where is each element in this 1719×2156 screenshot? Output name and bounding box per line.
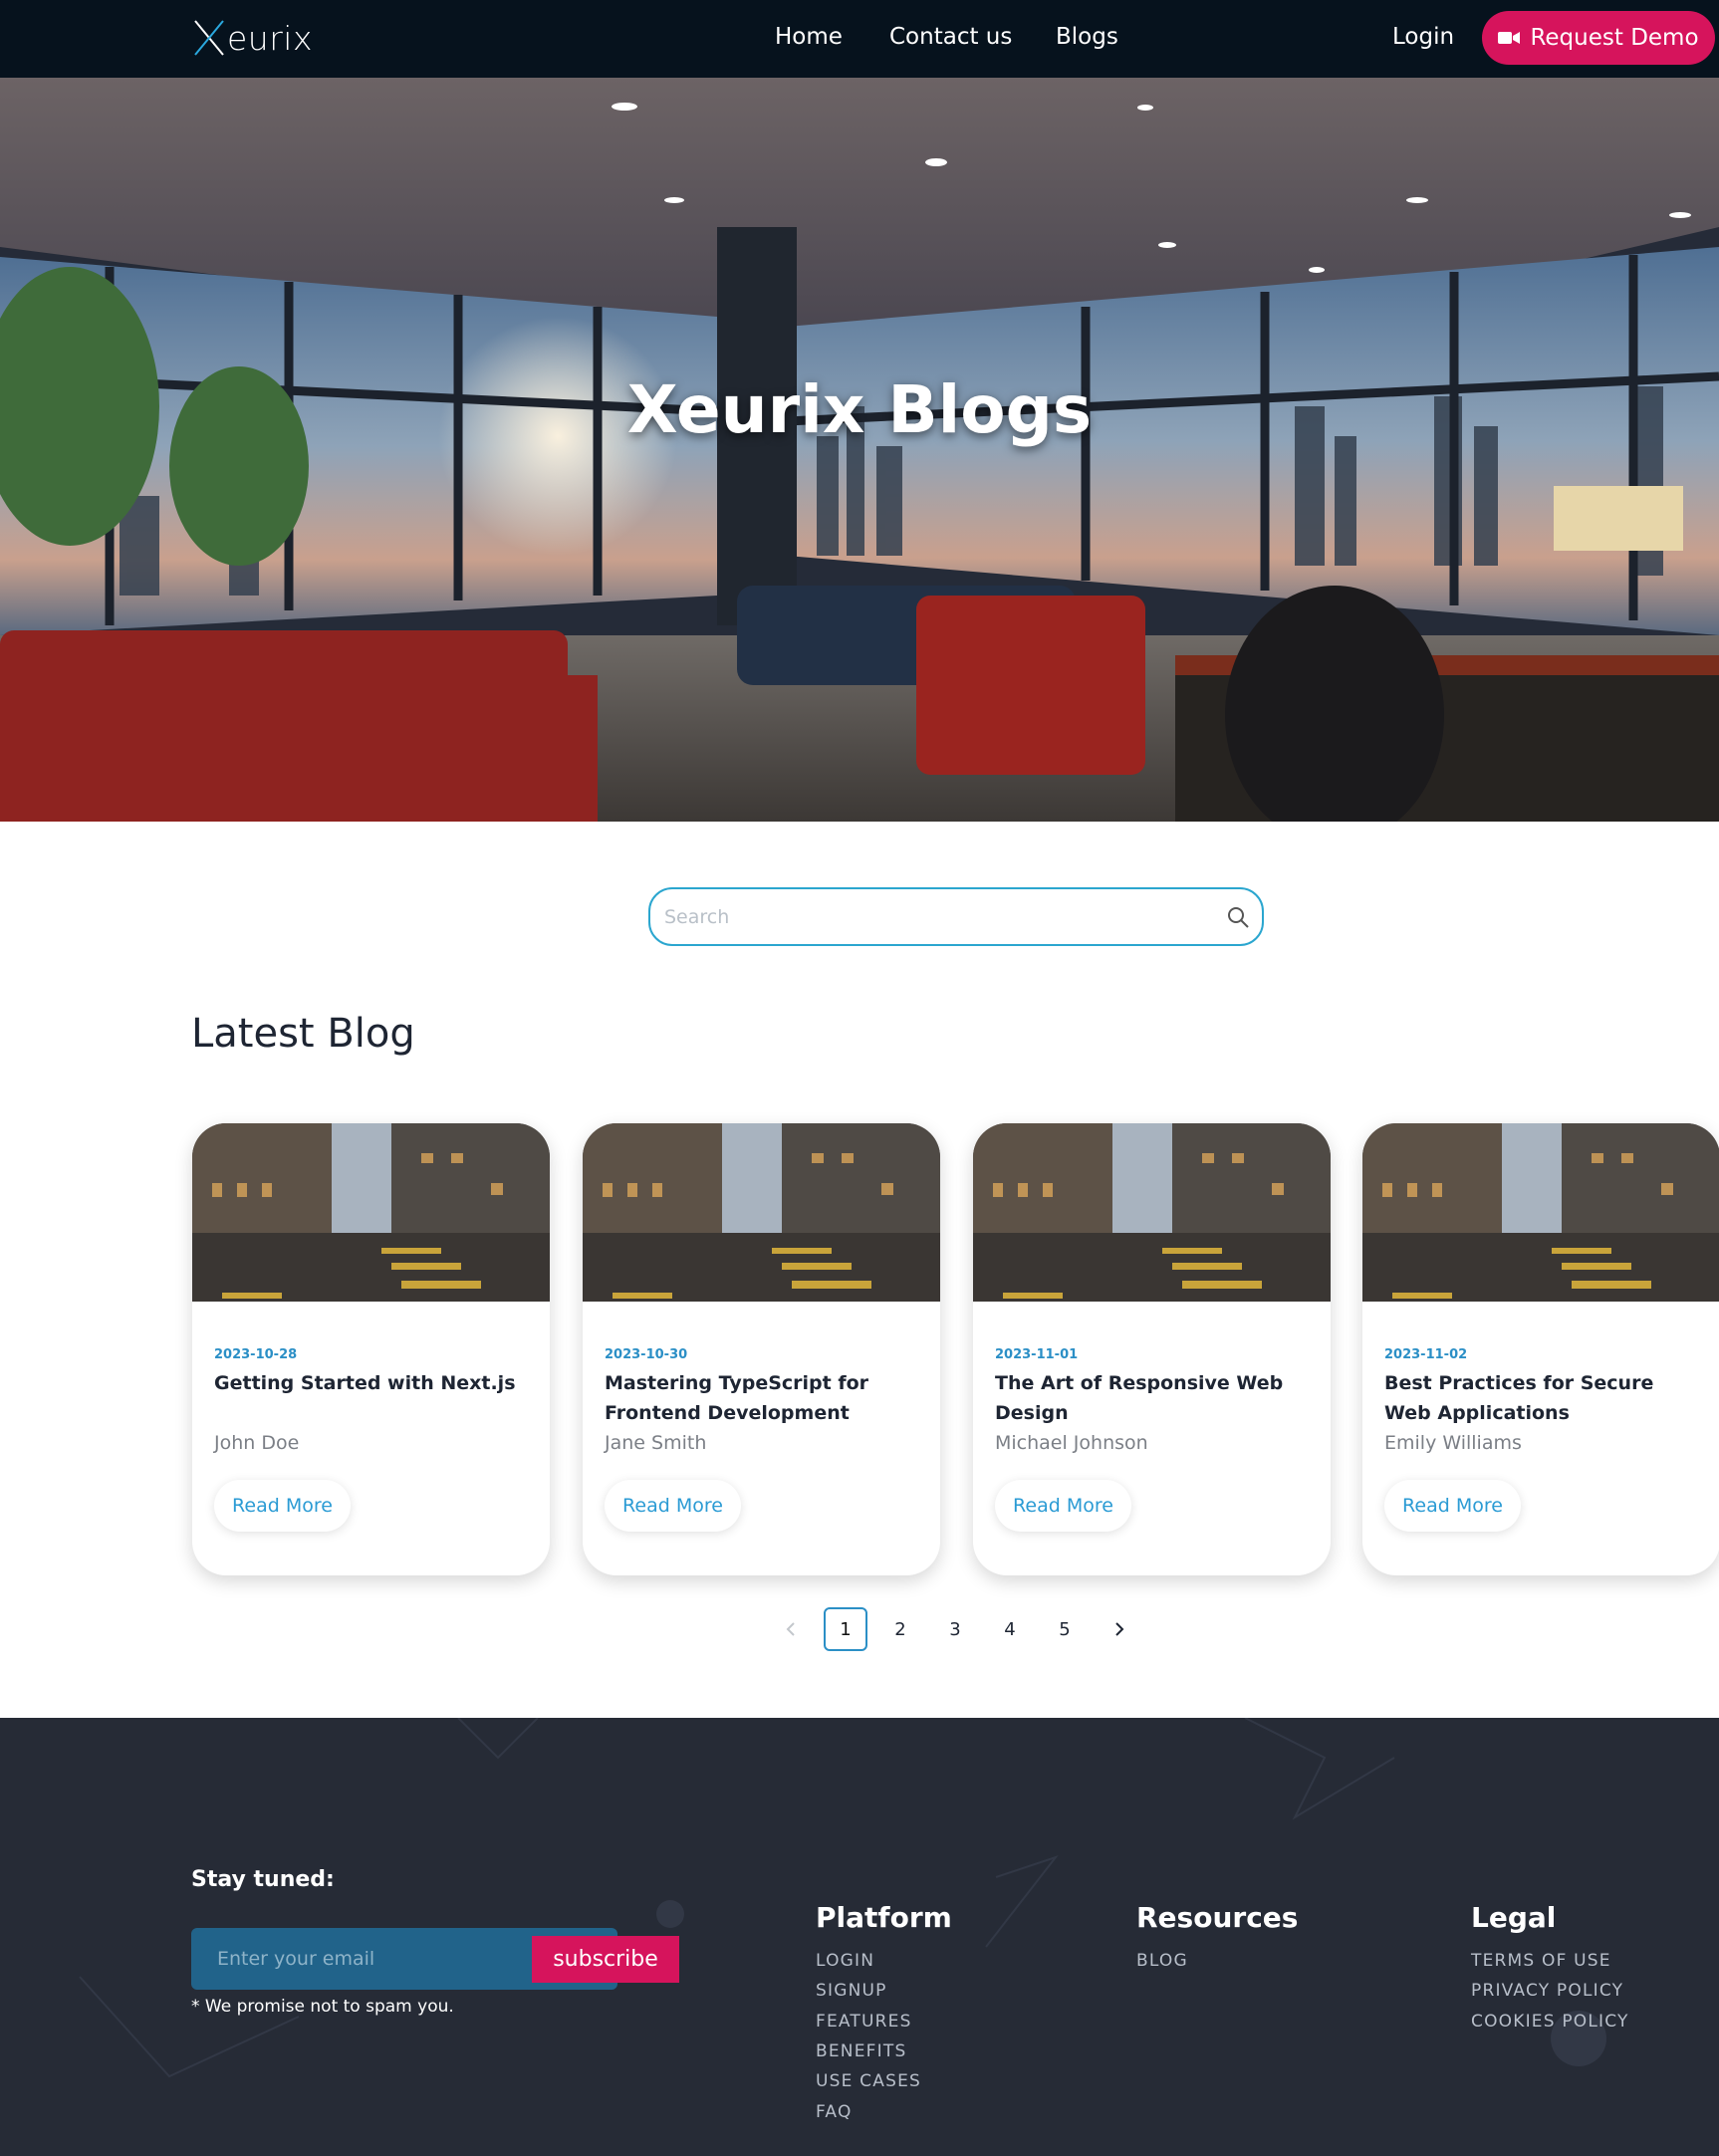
brand-logo[interactable]: eurix	[191, 18, 313, 58]
footer-heading-resources: Resources	[1136, 1901, 1299, 1934]
blog-card-image	[1362, 1123, 1719, 1302]
blog-card-nextjs[interactable]: 2023-10-28 Getting Started with Next.js …	[192, 1123, 550, 1575]
pagination-page-2[interactable]: 2	[878, 1607, 922, 1651]
nav-contact-link[interactable]: Contact us	[889, 24, 1012, 50]
footer-link-login[interactable]: LOGIN	[816, 1951, 874, 1971]
footer-link-features[interactable]: FEATURES	[816, 2012, 912, 2032]
footer-link-signup[interactable]: SIGNUP	[816, 1981, 887, 2001]
blog-card-title[interactable]: Best Practices for Secure Web Applicatio…	[1384, 1368, 1703, 1428]
site-footer: Stay tuned: subscribe * We promise not t…	[0, 1718, 1719, 2156]
blog-card-title[interactable]: Getting Started with Next.js	[214, 1368, 533, 1398]
footer-link-benefits[interactable]: BENEFITS	[816, 2041, 906, 2061]
pagination-page-5[interactable]: 5	[1043, 1607, 1087, 1651]
search-input[interactable]	[664, 889, 1202, 944]
no-spam-note: * We promise not to spam you.	[191, 1997, 454, 2017]
blog-card-author: Emily Williams	[1384, 1432, 1522, 1454]
top-navbar: eurix Home Contact us Blogs Login Reques…	[0, 0, 1719, 78]
chevron-left-icon	[786, 1622, 795, 1636]
pagination-page-1[interactable]: 1	[824, 1607, 867, 1651]
pagination-prev-button[interactable]	[769, 1607, 813, 1651]
blog-card-typescript[interactable]: 2023-10-30 Mastering TypeScript for Fron…	[583, 1123, 940, 1575]
login-link[interactable]: Login	[1392, 24, 1454, 50]
footer-link-blog[interactable]: BLOG	[1136, 1951, 1188, 1971]
pagination-page-4[interactable]: 4	[988, 1607, 1032, 1651]
logo-x-icon	[194, 20, 224, 56]
read-more-button[interactable]: Read More	[995, 1480, 1131, 1532]
nav-home-link[interactable]: Home	[775, 24, 843, 50]
read-more-button[interactable]: Read More	[605, 1480, 741, 1532]
footer-link-terms-of-use[interactable]: TERMS OF USE	[1471, 1951, 1611, 1971]
stay-tuned-label: Stay tuned:	[191, 1867, 335, 1892]
search-icon[interactable]	[1226, 905, 1250, 929]
search-box[interactable]	[648, 887, 1264, 946]
pagination-page-3[interactable]: 3	[933, 1607, 977, 1651]
blog-card-responsive-design[interactable]: 2023-11-01 The Art of Responsive Web Des…	[973, 1123, 1331, 1575]
blog-card-secure-web-apps[interactable]: 2023-11-02 Best Practices for Secure Web…	[1362, 1123, 1719, 1575]
blog-card-image	[192, 1123, 550, 1302]
email-input[interactable]	[217, 1928, 516, 1990]
request-demo-button[interactable]: Request Demo	[1482, 11, 1715, 65]
footer-link-faq[interactable]: FAQ	[816, 2102, 853, 2122]
hero-banner: Xeurix Blogs	[0, 78, 1719, 822]
blog-card-author: John Doe	[214, 1432, 300, 1454]
pagination-next-button[interactable]	[1098, 1607, 1141, 1651]
blog-card-date: 2023-11-02	[1384, 1347, 1468, 1362]
blog-card-date: 2023-10-28	[214, 1347, 298, 1362]
chevron-right-icon	[1115, 1622, 1124, 1636]
blog-card-image	[973, 1123, 1331, 1302]
footer-link-cookies-policy[interactable]: COOKIES POLICY	[1471, 2012, 1629, 2032]
request-demo-label: Request Demo	[1530, 25, 1699, 51]
blog-card-author: Michael Johnson	[995, 1432, 1148, 1454]
blog-card-author: Jane Smith	[605, 1432, 707, 1454]
latest-blog-heading: Latest Blog	[191, 1011, 415, 1057]
video-camera-icon	[1498, 32, 1521, 44]
blog-card-title[interactable]: The Art of Responsive Web Design	[995, 1368, 1314, 1428]
footer-heading-platform: Platform	[816, 1901, 952, 1934]
hero-title: Xeurix Blogs	[626, 371, 1093, 448]
logo-text: eurix	[227, 18, 313, 58]
blog-card-title[interactable]: Mastering TypeScript for Frontend Develo…	[605, 1368, 923, 1428]
read-more-button[interactable]: Read More	[214, 1480, 351, 1532]
blog-card-image	[583, 1123, 940, 1302]
footer-heading-legal: Legal	[1471, 1901, 1557, 1934]
footer-link-use-cases[interactable]: USE CASES	[816, 2071, 921, 2091]
nav-blogs-link[interactable]: Blogs	[1056, 24, 1118, 50]
hero-office-image	[0, 78, 1719, 822]
read-more-button[interactable]: Read More	[1384, 1480, 1521, 1532]
blog-card-date: 2023-11-01	[995, 1347, 1079, 1362]
blog-card-date: 2023-10-30	[605, 1347, 688, 1362]
footer-link-privacy-policy[interactable]: PRIVACY POLICY	[1471, 1981, 1623, 2001]
subscribe-button[interactable]: subscribe	[532, 1936, 679, 1983]
